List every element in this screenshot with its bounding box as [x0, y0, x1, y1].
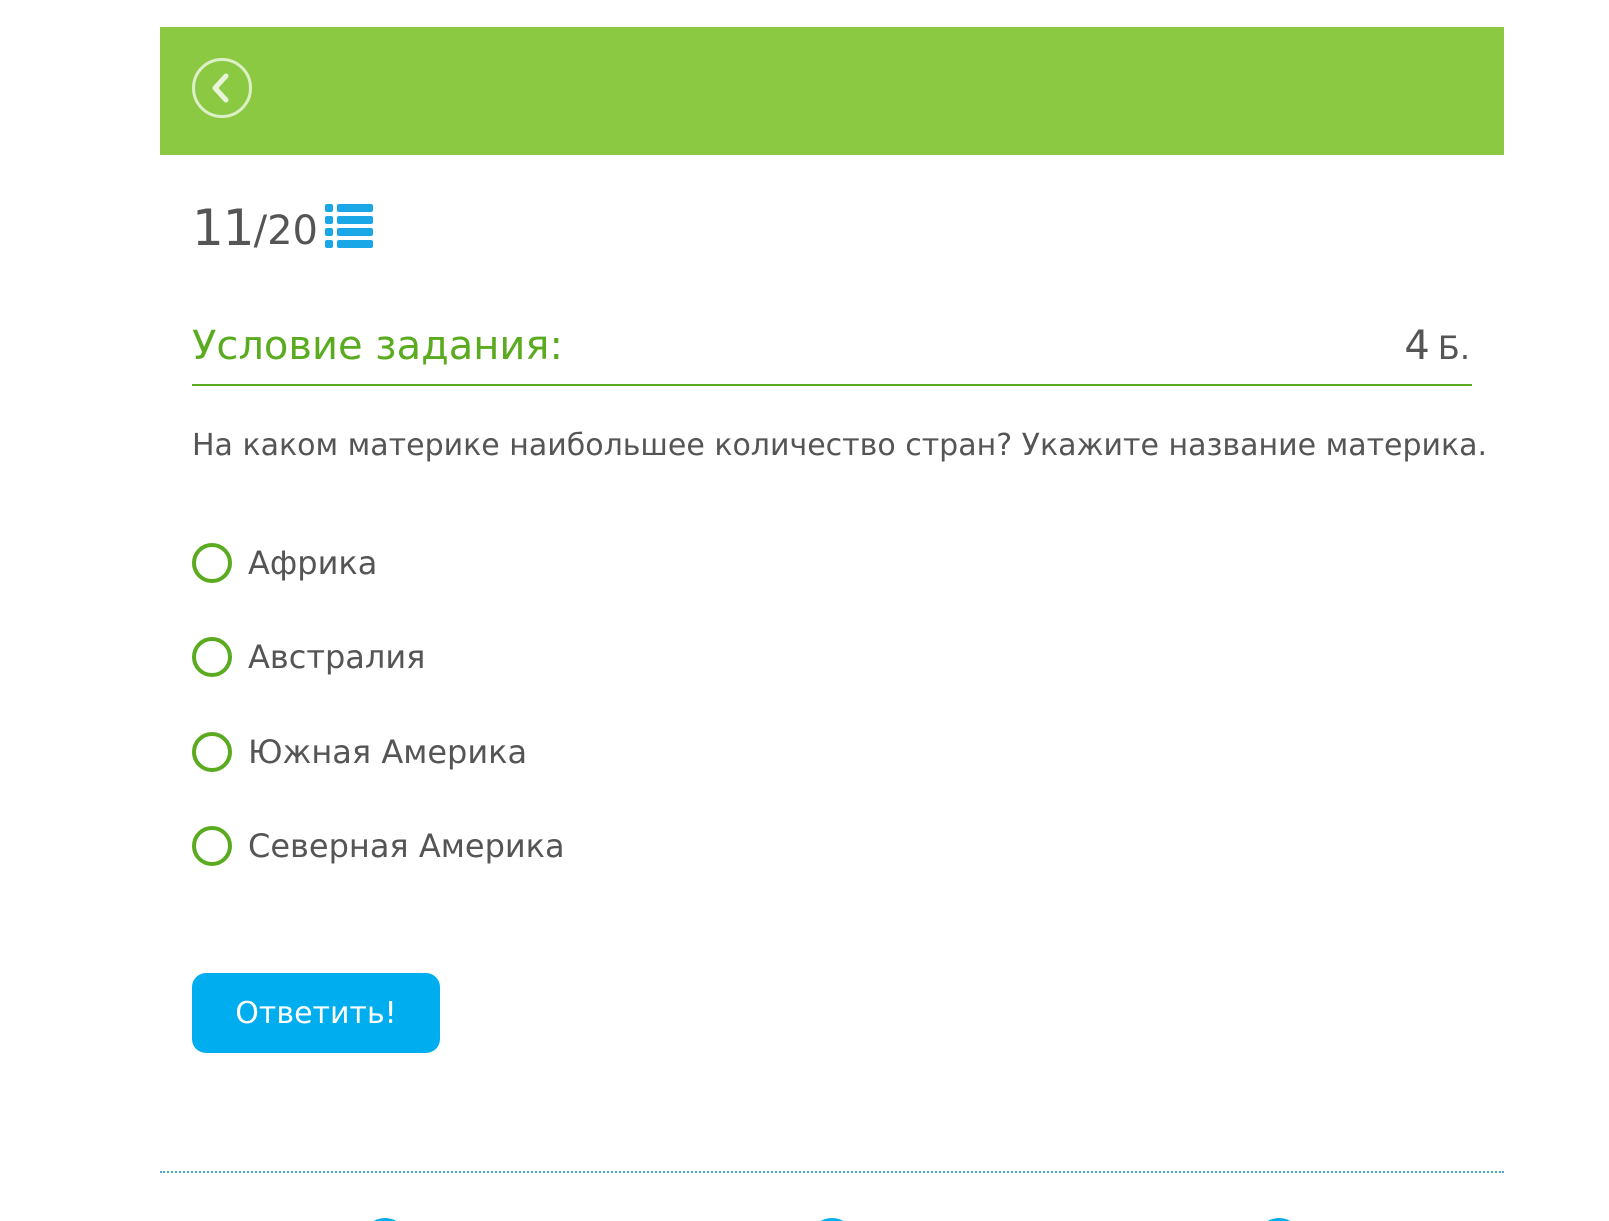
question-progress: 11 / 20 [192, 196, 318, 256]
radio-button[interactable] [192, 637, 232, 677]
chevron-left-circle-icon [212, 73, 229, 103]
submit-button[interactable]: Ответить! [192, 973, 440, 1053]
answer-option[interactable]: Австралия [192, 632, 892, 682]
radio-button[interactable] [192, 543, 232, 583]
task-header: Условие задания: 4 Б. [192, 318, 1472, 386]
option-label: Северная Америка [248, 827, 565, 865]
header-bar [160, 27, 1504, 155]
question-text: На каком материке наибольшее количество … [192, 428, 1488, 463]
answer-option[interactable]: Африка [192, 538, 892, 588]
answer-option[interactable]: Северная Америка [192, 821, 892, 871]
option-label: Южная Америка [248, 733, 528, 771]
back-button[interactable] [192, 58, 252, 118]
section-divider [160, 1171, 1504, 1173]
answer-option[interactable]: Южная Америка [192, 727, 892, 777]
points-unit: Б. [1437, 329, 1470, 367]
task-title: Условие задания: [192, 323, 563, 369]
radio-button[interactable] [192, 732, 232, 772]
option-label: Австралия [248, 638, 426, 676]
quiz-page: 11 / 20 Условие задания: 4 Б. На каком м… [0, 0, 1609, 1221]
radio-button[interactable] [192, 826, 232, 866]
points-value: 4 [1404, 323, 1430, 369]
list-icon[interactable] [325, 204, 373, 248]
progress-total: 20 [267, 208, 319, 254]
progress-separator: / [253, 208, 268, 254]
task-points: 4 Б. [1404, 320, 1470, 374]
progress-current: 11 [192, 199, 255, 257]
option-label: Африка [248, 544, 378, 582]
